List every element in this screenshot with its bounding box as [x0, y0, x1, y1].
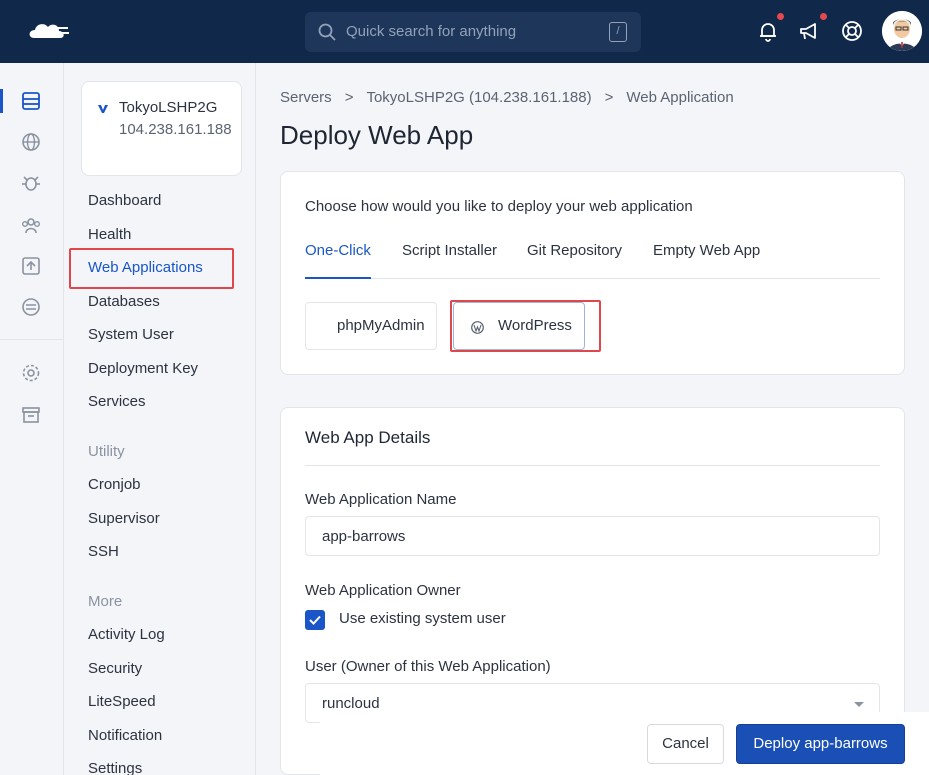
- sidebar-item-security[interactable]: Security: [88, 660, 142, 677]
- app-name-value: app-barrows: [322, 528, 406, 545]
- owner-user-value: runcloud: [322, 695, 380, 712]
- app-name-label: Web Application Name: [305, 491, 457, 508]
- top-bar: Quick search for anything /: [0, 0, 929, 63]
- deploy-button[interactable]: Deploy app-barrows: [736, 724, 905, 764]
- sidebar-item-deployment-key[interactable]: Deployment Key: [88, 360, 198, 377]
- breadcrumb-separator: >: [344, 89, 354, 106]
- app-owner-label: Web Application Owner: [305, 582, 461, 599]
- section-divider: [305, 465, 880, 466]
- section-title: Web App Details: [305, 428, 431, 447]
- search-placeholder: Quick search for anything: [346, 23, 517, 40]
- highlight-box-web-applications: [69, 248, 234, 289]
- page-title: Deploy Web App: [280, 120, 474, 150]
- search-bar[interactable]: Quick search for anything /: [305, 12, 641, 52]
- bug-icon[interactable]: [20, 172, 42, 194]
- sidebar-item-services[interactable]: Services: [88, 393, 146, 410]
- rail-divider: [0, 339, 64, 340]
- sidebar-heading-utility: Utility: [88, 443, 125, 460]
- archive-icon[interactable]: [20, 404, 42, 426]
- rail-active-indicator: [0, 89, 3, 113]
- dns-icon[interactable]: [20, 296, 42, 318]
- globe-icon[interactable]: [20, 131, 42, 153]
- cancel-button[interactable]: Cancel: [647, 724, 724, 764]
- sidebar-item-settings[interactable]: Settings: [88, 760, 142, 775]
- sidebar-item-databases[interactable]: Databases: [88, 293, 160, 310]
- sidebar-item-notification[interactable]: Notification: [88, 727, 162, 744]
- notification-dot: [777, 13, 784, 20]
- sidebar-item-supervisor[interactable]: Supervisor: [88, 510, 160, 527]
- sidebar-item-litespeed[interactable]: LiteSpeed: [88, 693, 156, 710]
- use-existing-user-checkbox[interactable]: [305, 610, 325, 630]
- server-card[interactable]: TokyoLSHP2G 104.238.161.188: [81, 81, 242, 176]
- servers-icon[interactable]: [20, 90, 42, 112]
- breadcrumb-separator: >: [604, 89, 614, 106]
- app-name-input[interactable]: app-barrows: [305, 516, 880, 556]
- breadcrumb-current: Web Application: [626, 89, 734, 106]
- sidebar-item-cronjob[interactable]: Cronjob: [88, 476, 141, 493]
- sidebar-item-ssh[interactable]: SSH: [88, 543, 119, 560]
- sidebar-item-dashboard[interactable]: Dashboard: [88, 192, 161, 209]
- announcement-dot: [820, 13, 827, 20]
- bell-icon[interactable]: [756, 19, 780, 43]
- use-existing-user-label[interactable]: Use existing system user: [339, 610, 506, 627]
- highlight-box-wordpress: [450, 300, 601, 352]
- runcloud-logo[interactable]: [26, 18, 70, 44]
- help-lifebuoy-icon[interactable]: [840, 19, 864, 43]
- user-avatar[interactable]: [882, 11, 922, 51]
- team-icon[interactable]: [20, 214, 42, 236]
- settings-gear-icon[interactable]: [20, 362, 42, 384]
- sidebar-item-activity-log[interactable]: Activity Log: [88, 626, 165, 643]
- sidebar-heading-more: More: [88, 593, 123, 610]
- sidebar-item-health[interactable]: Health: [88, 226, 131, 243]
- server-name: TokyoLSHP2G: [119, 99, 218, 116]
- server-sidebar: TokyoLSHP2G 104.238.161.188 Dashboard He…: [64, 63, 256, 775]
- deploy-method-tabs: One-Click Script Installer Git Repositor…: [305, 242, 880, 279]
- icon-rail: [0, 63, 64, 775]
- checkmark-icon: [309, 615, 321, 625]
- tab-script-installer[interactable]: Script Installer: [402, 242, 497, 279]
- app-option-phpmyadmin[interactable]: phpMyAdmin: [305, 302, 437, 350]
- tab-one-click[interactable]: One-Click: [305, 242, 371, 279]
- backup-icon[interactable]: [20, 255, 42, 277]
- tab-empty-web-app[interactable]: Empty Web App: [653, 242, 760, 279]
- search-shortcut-key: /: [609, 22, 627, 42]
- owner-user-label: User (Owner of this Web Application): [305, 658, 551, 675]
- vultr-icon: [98, 105, 108, 113]
- server-ip: 104.238.161.188: [119, 121, 232, 138]
- deploy-method-prompt: Choose how would you like to deploy your…: [305, 198, 693, 215]
- tab-git-repository[interactable]: Git Repository: [527, 242, 622, 279]
- chevron-down-icon: [854, 702, 864, 707]
- breadcrumb: Servers > TokyoLSHP2G (104.238.161.188) > We…: [280, 89, 734, 106]
- search-icon: [318, 23, 336, 41]
- sidebar-item-system-user[interactable]: System User: [88, 326, 174, 343]
- breadcrumb-servers[interactable]: Servers: [280, 89, 332, 106]
- breadcrumb-server[interactable]: TokyoLSHP2G (104.238.161.188): [366, 89, 591, 106]
- megaphone-icon[interactable]: [798, 19, 822, 43]
- app-option-label: phpMyAdmin: [337, 317, 425, 334]
